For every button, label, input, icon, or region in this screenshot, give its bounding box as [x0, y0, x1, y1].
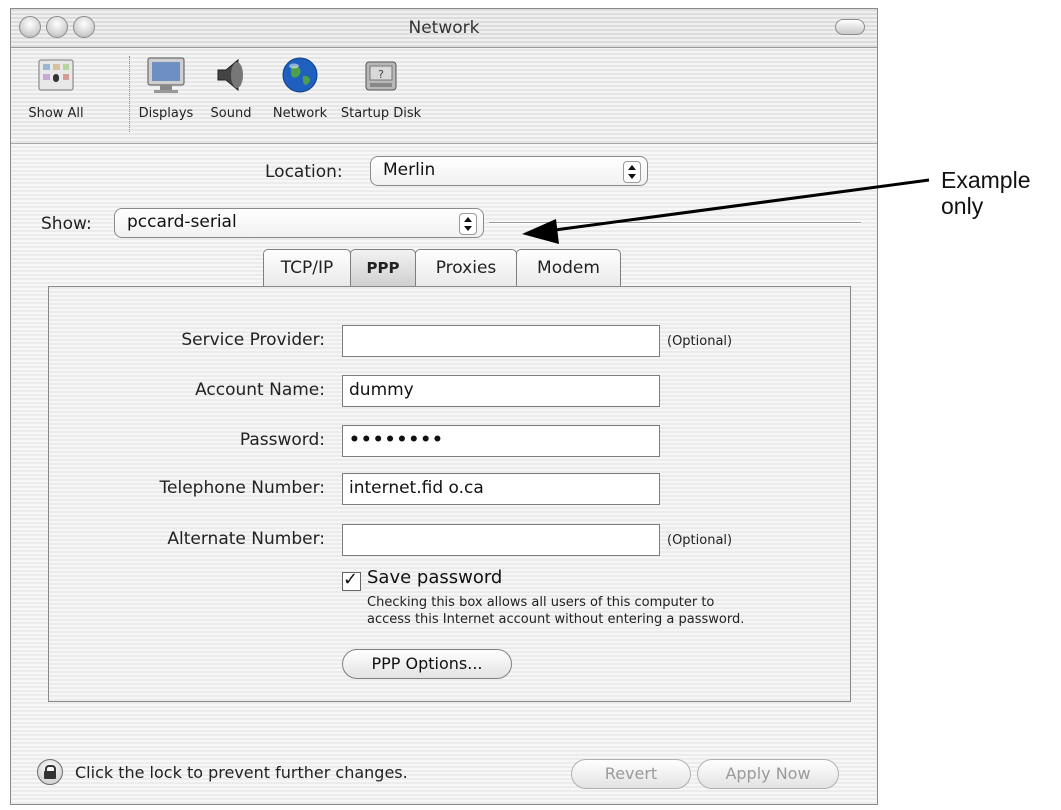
annotation-arrow-overlay — [522, 178, 930, 244]
annotation-line1: Example — [941, 167, 1031, 193]
annotation-line2: only — [941, 193, 984, 219]
annotation-text: Example only — [941, 167, 1030, 219]
annotation-arrow-line — [539, 178, 930, 234]
annotation-arrowhead — [522, 219, 559, 244]
